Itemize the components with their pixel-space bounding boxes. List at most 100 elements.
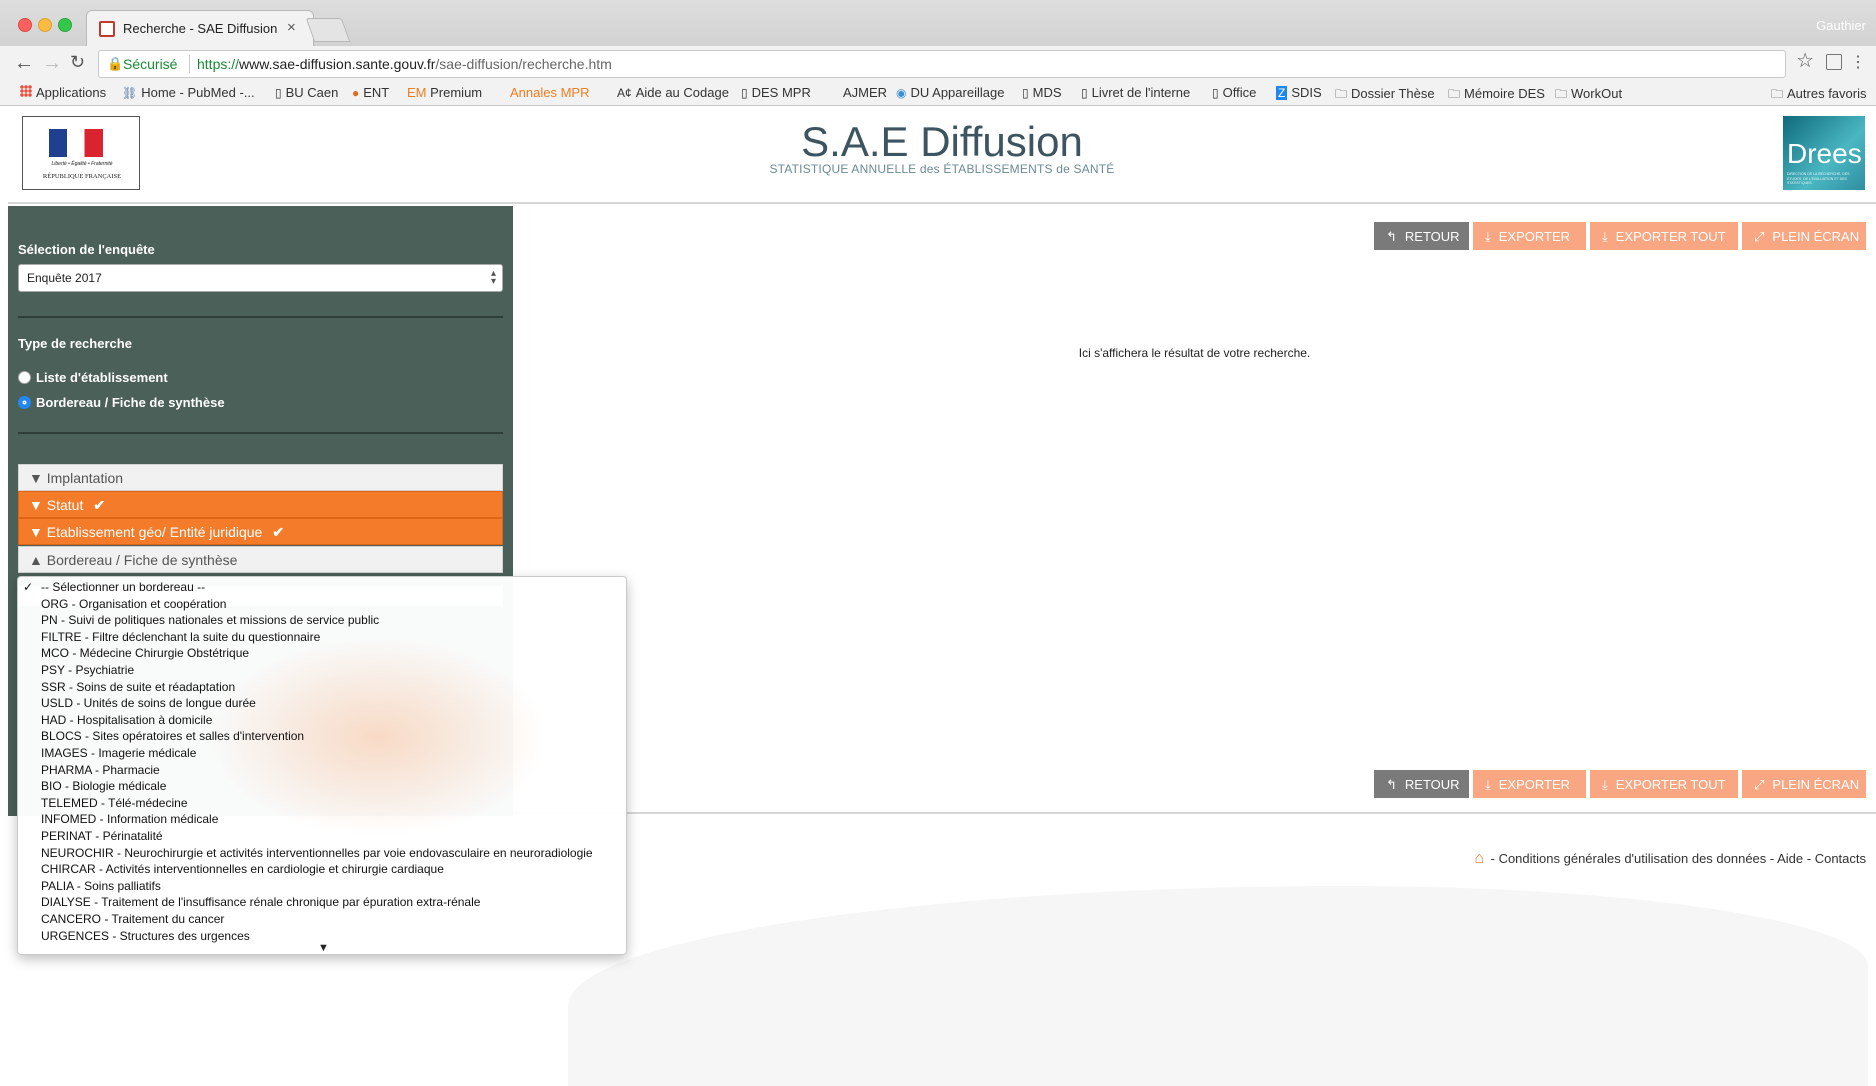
dropdown-option[interactable]: CHIRCAR - Activités interventionnelles e…	[18, 861, 626, 878]
accordion-label: Bordereau / Fiche de synthèse	[46, 552, 238, 568]
accordion-implantation[interactable]: ▼ Implantation	[18, 464, 503, 491]
drees-logo-text: Drees	[1787, 138, 1862, 169]
bookmark-autres-favoris[interactable]: 🗀 Autres favoris	[1771, 85, 1867, 106]
dropdown-option[interactable]: PALIA - Soins palliatifs	[18, 878, 626, 895]
site-header: Liberté • Égalité • Fraternité RÉPUBLIQU…	[8, 106, 1876, 204]
drees-logo-subtext: DIRECTION DE LA RECHERCHE, DES ÉTUDES, D…	[1787, 172, 1850, 186]
main-divider	[513, 812, 1876, 814]
button-label: PLEIN ÉCRAN	[1772, 229, 1860, 244]
bookmark-des-mpr[interactable]: ▯ DES MPR	[741, 85, 811, 100]
dropdown-option[interactable]: HAD - Hospitalisation à domicile	[18, 712, 626, 729]
dropdown-option[interactable]: PN - Suivi de politiques nationales et m…	[18, 612, 626, 629]
window-close-button[interactable]	[18, 18, 32, 32]
dropdown-option[interactable]: IMAGES - Imagerie médicale	[18, 745, 626, 762]
drees-logo[interactable]: Drees DIRECTION DE LA RECHERCHE, DES ÉTU…	[1783, 116, 1865, 190]
back-arrow-icon[interactable]: ←	[14, 52, 34, 75]
survey-select[interactable]: Enquête 2017 ▴ ▾	[18, 264, 503, 292]
dropdown-option[interactable]: BIO - Biologie médicale	[18, 778, 626, 795]
plein-ecran-button[interactable]: ⤢ PLEIN ÉCRAN	[1742, 770, 1866, 798]
bookmark-em-premium[interactable]: EM Premium	[407, 85, 482, 100]
radio-button-checked[interactable]	[18, 396, 31, 409]
address-bar[interactable]: 🔒 Sécurisé https://www.sae-diffusion.san…	[98, 50, 1786, 78]
retour-button[interactable]: ↰ RETOUR	[1374, 770, 1469, 798]
accordion-label: Etablissement géo/ Entité juridique	[46, 524, 263, 540]
tab-close-icon[interactable]: ×	[287, 19, 296, 36]
exporter-tout-button[interactable]: ⤓ EXPORTER TOUT	[1590, 770, 1738, 798]
bookmark-ent[interactable]: ● ENT	[352, 85, 389, 100]
accordion-bordereau[interactable]: ▲ Bordereau / Fiche de synthèse	[18, 546, 503, 573]
bookmark-dossier-these[interactable]: 🗀 Dossier Thèse	[1335, 85, 1435, 106]
tab-title: Recherche - SAE Diffusion	[123, 21, 278, 36]
home-icon[interactable]: ⌂	[1474, 850, 1484, 867]
bookmark-workout[interactable]: 🗀 WorkOut	[1555, 85, 1622, 106]
page-icon: ▯	[1212, 86, 1219, 100]
bookmark-label: Dossier Thèse	[1351, 86, 1435, 101]
bookmark-mds[interactable]: ▯ MDS	[1022, 85, 1062, 100]
dropdown-option[interactable]: USLD - Unités de soins de longue durée	[18, 695, 626, 712]
bookmark-applications[interactable]: Applications	[20, 85, 106, 100]
browser-menu-icon[interactable]: ⋮	[1850, 52, 1866, 72]
accordion-etablissement[interactable]: ▼ Etablissement géo/ Entité juridique ✔	[18, 518, 503, 545]
dropdown-option[interactable]: PHARMA - Pharmacie	[18, 762, 626, 779]
bookmark-du-appareillage[interactable]: ◉ DU Appareillage	[896, 85, 1004, 100]
dropdown-option[interactable]: CANCERO - Traitement du cancer	[18, 911, 626, 928]
plein-ecran-button[interactable]: ⤢ PLEIN ÉCRAN	[1742, 222, 1866, 250]
dropdown-option-label: -- Sélectionner un bordereau --	[41, 580, 206, 594]
exporter-button[interactable]: ⤓ EXPORTER	[1473, 770, 1586, 798]
dropdown-option[interactable]: PERINAT - Périnatalité	[18, 828, 626, 845]
window-zoom-button[interactable]	[58, 18, 72, 32]
dropdown-option-label: PHARMA - Pharmacie	[41, 762, 160, 777]
radio-button[interactable]	[18, 371, 31, 384]
accordion-statut[interactable]: ▼ Statut ✔	[18, 491, 503, 518]
dropdown-option[interactable]: PSY - Psychiatrie	[18, 662, 626, 679]
bookmark-memoire-des[interactable]: 🗀 Mémoire DES	[1448, 85, 1545, 106]
profile-name[interactable]: Gauthier	[1816, 18, 1866, 33]
dropdown-option[interactable]: ✓ -- Sélectionner un bordereau --	[18, 579, 626, 596]
dropdown-option-label: URGENCES - Structures des urgences	[41, 928, 250, 943]
bookmark-label: Autres favoris	[1787, 86, 1867, 101]
accordion-label: Statut	[46, 497, 84, 513]
bordereau-dropdown-list[interactable]: ✓ -- Sélectionner un bordereau -- ORG - Or…	[17, 576, 627, 955]
check-icon: ✔	[93, 497, 106, 513]
extension-icon[interactable]	[1826, 54, 1842, 70]
bookmark-star-icon[interactable]: ☆	[1796, 48, 1814, 73]
dropdown-option[interactable]: DIALYSE - Traitement de l'insuffisance r…	[18, 894, 626, 911]
scroll-down-icon[interactable]: ▼	[318, 942, 329, 954]
address-separator	[189, 55, 190, 73]
dropdown-option[interactable]: BLOCS - Sites opératoires et salles d'in…	[18, 728, 626, 745]
dropdown-option[interactable]: NEUROCHIR - Neurochirurgie et activités …	[18, 845, 626, 862]
bookmark-pubmed[interactable]: ⛓ Home - PubMed -...	[122, 85, 255, 100]
bookmark-bu-caen[interactable]: ▯ BU Caen	[275, 85, 338, 100]
bookmark-annales-mpr[interactable]: Annales MPR	[510, 85, 589, 100]
bookmark-office[interactable]: ▯ Office	[1212, 85, 1256, 100]
reload-icon[interactable]: ↻	[70, 52, 85, 73]
bookmark-aide-codage[interactable]: A¢ Aide au Codage	[617, 85, 729, 100]
back-icon: ↰	[1386, 777, 1397, 792]
radio-bordereau[interactable]: Bordereau / Fiche de synthèse	[18, 395, 225, 410]
dropdown-option[interactable]: FILTRE - Filtre déclenchant la suite du …	[18, 629, 626, 646]
ent-icon: ●	[352, 86, 360, 100]
dropdown-option[interactable]: ORG - Organisation et coopération	[18, 596, 626, 613]
window-minimize-button[interactable]	[38, 18, 52, 32]
dropdown-option-label: PN - Suivi de politiques nationales et m…	[41, 613, 380, 628]
forward-arrow-icon[interactable]: →	[42, 52, 62, 75]
dropdown-option[interactable]: MCO - Médecine Chirurgie Obstétrique	[18, 645, 626, 662]
bookmark-ajmer[interactable]: AJMER	[843, 85, 887, 100]
dropdown-option[interactable]: SSR - Soins de suite et réadaptation	[18, 679, 626, 696]
dropdown-option[interactable]: INFOMED - Information médicale	[18, 811, 626, 828]
exporter-button[interactable]: ⤓ EXPORTER	[1473, 222, 1586, 250]
bookmark-sdis[interactable]: Z SDIS	[1276, 85, 1322, 100]
radio-liste-etablissement[interactable]: Liste d'établissement	[18, 370, 168, 385]
fullscreen-icon: ⤢	[1754, 777, 1765, 792]
footer-text[interactable]: - Conditions générales d'utilisation des…	[1487, 851, 1866, 866]
exporter-tout-button[interactable]: ⤓ EXPORTER TOUT	[1590, 222, 1738, 250]
retour-button[interactable]: ↰ RETOUR	[1374, 222, 1469, 250]
dropdown-option[interactable]: TELEMED - Télé-médecine	[18, 795, 626, 812]
new-tab-button[interactable]	[305, 18, 351, 42]
footer-links[interactable]: ⌂ - Conditions générales d'utilisation d…	[1474, 850, 1866, 868]
bookmark-livret-interne[interactable]: ▯ Livret de l'interne	[1081, 85, 1190, 100]
dropdown-option-label: TELEMED - Télé-médecine	[41, 795, 188, 810]
browser-tab-active[interactable]: Recherche - SAE Diffusion ×	[86, 10, 314, 46]
url-text[interactable]: https://www.sae-diffusion.sante.gouv.fr/…	[197, 56, 612, 72]
dropdown-option-label: MCO - Médecine Chirurgie Obstétrique	[41, 646, 250, 661]
